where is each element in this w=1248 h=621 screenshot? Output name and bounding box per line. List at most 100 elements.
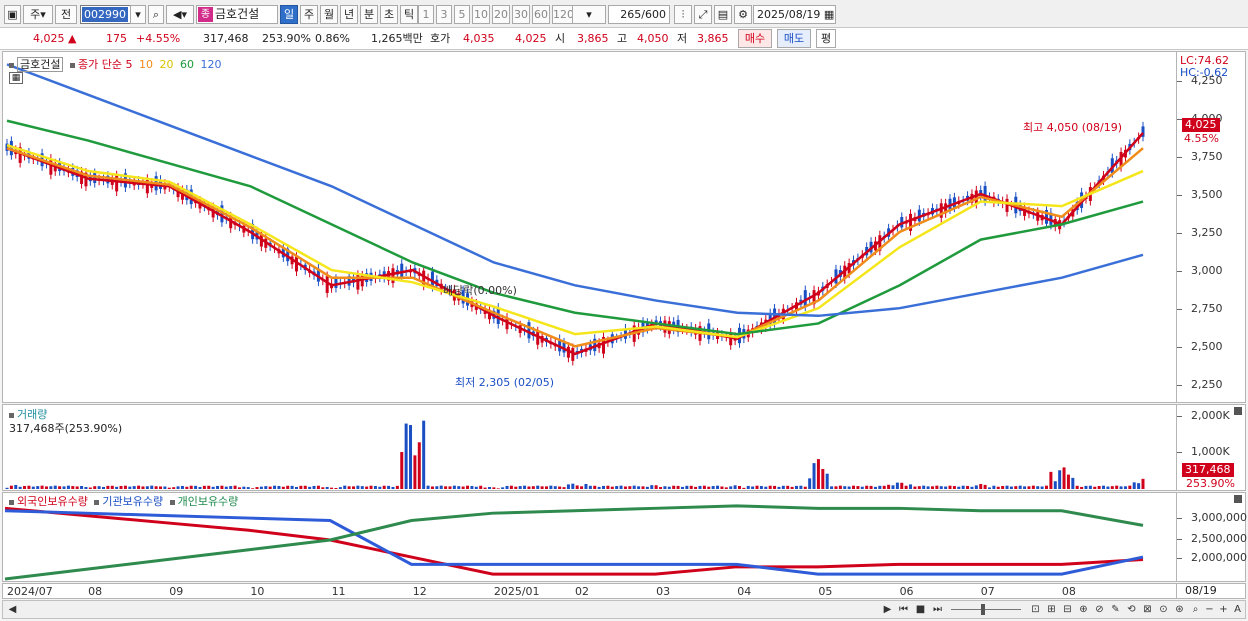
settings-gear-icon[interactable]: ⚙ [734, 5, 752, 24]
volume-bar [128, 486, 132, 489]
interval-button[interactable]: 3 [436, 5, 452, 24]
x-axis-label: 10 [250, 585, 265, 598]
price-tick: 3,250 [1191, 226, 1223, 239]
interval-button[interactable]: 20 [492, 5, 510, 24]
interval-button[interactable]: 5 [454, 5, 470, 24]
volume-bar [650, 485, 654, 489]
count-value: 265 [620, 8, 642, 21]
tool-icon-3[interactable]: ⊟ [1060, 602, 1075, 617]
volume-bar [430, 486, 434, 489]
volume-bar [698, 485, 702, 489]
volume-bar [233, 485, 237, 489]
candle-type-icon[interactable]: ⫶ [674, 5, 692, 24]
volume-bar [479, 485, 483, 489]
interval-button[interactable]: 120 [552, 5, 574, 24]
stop-icon[interactable]: ■ [913, 602, 928, 617]
period-tab[interactable]: 틱 [400, 5, 418, 24]
period-tab[interactable]: 일 [280, 5, 298, 24]
volume-bar [189, 485, 193, 489]
volume-bar [1128, 485, 1132, 489]
interval-button[interactable]: 60 [532, 5, 550, 24]
volume-bar [369, 485, 373, 489]
volume-bar [246, 487, 250, 489]
volume-bar [729, 486, 733, 489]
indicator-icon[interactable]: ⤢ [694, 5, 712, 24]
first-icon[interactable]: ⏮ [896, 602, 911, 617]
evaluate-button[interactable]: 평 [816, 29, 836, 48]
zoom-in-icon[interactable]: + [1216, 602, 1231, 617]
volume-bar [571, 483, 575, 489]
tool-icon-9[interactable]: ⊙ [1156, 602, 1171, 617]
volume-bar [1009, 486, 1013, 489]
period-tab[interactable]: 주 [300, 5, 318, 24]
search-zoom-icon[interactable]: ⌕ [1188, 602, 1203, 617]
scroll-left-icon[interactable]: ◀ [5, 602, 20, 617]
volume-bar [281, 486, 285, 489]
volume-bar [413, 455, 417, 489]
chart-scrollbar[interactable]: ◀ ▶ ⏮ ■ ⏭ ⊡ ⊞ ⊟ ⊕ ⊘ ✎ ⟲ ⊠ ⊙ ⊛ ⌕ − + A [2, 600, 1246, 619]
volume-bar [1062, 467, 1066, 489]
stock-name-field[interactable]: 종 금호건설 [196, 5, 278, 24]
volume-bar [5, 487, 9, 489]
volume-bar [1106, 486, 1110, 489]
date-field[interactable]: 2025/08/19 ▦ [753, 5, 836, 24]
window-menu-icon[interactable]: ▣ [4, 5, 21, 24]
tool-icon-6[interactable]: ✎ [1108, 602, 1123, 617]
holding-panel[interactable]: 외국인보유수량 기관보유수량 개인보유수량 [2, 492, 1177, 582]
tool-icon-8[interactable]: ⊠ [1140, 602, 1155, 617]
volume-bar [316, 485, 320, 489]
interval-button[interactable]: 1 [418, 5, 434, 24]
price-tick: 3,750 [1191, 149, 1223, 163]
volume-bar [347, 486, 351, 489]
period-dropdown-label: 주 [30, 8, 41, 21]
volume-panel[interactable]: 거래량 317,468주(253.90%) [2, 404, 1177, 491]
zoom-out-icon[interactable]: − [1202, 602, 1217, 617]
volume-bar [694, 486, 698, 489]
speaker-icon[interactable]: ◀▾ [166, 5, 194, 24]
table-view-icon[interactable]: ▦ [9, 72, 23, 84]
buy-button[interactable]: 매수 [738, 29, 772, 48]
code-dropdown-icon[interactable]: ▾ [130, 5, 146, 24]
volume-bar [821, 468, 825, 489]
search-icon[interactable]: ⌕ [148, 5, 164, 24]
save-icon[interactable]: ▤ [714, 5, 732, 24]
period-tab[interactable]: 초 [380, 5, 398, 24]
calendar-icon[interactable]: ▦ [824, 8, 834, 21]
tool-icon-2[interactable]: ⊞ [1044, 602, 1059, 617]
interval-button[interactable]: 10 [472, 5, 490, 24]
volume-bar [869, 485, 873, 489]
zoom-slider-handle[interactable] [981, 604, 985, 615]
volume-panel-close-icon[interactable] [1234, 407, 1242, 415]
count-field[interactable]: 265/600 [608, 5, 670, 24]
period-tab[interactable]: 월 [320, 5, 338, 24]
volume-bar [724, 487, 728, 489]
price-panel[interactable]: 금호건설 종가 단순 5 10 20 60 120 ▦ 최고 4,050 (08… [2, 51, 1177, 403]
tool-icon-10[interactable]: ⊛ [1172, 602, 1187, 617]
price-axis[interactable]: LC:74.62 HC:-0.62 4,2504,0003,7503,5003,… [1177, 51, 1246, 403]
tool-icon-4[interactable]: ⊕ [1076, 602, 1091, 617]
period-tab[interactable]: 분 [360, 5, 378, 24]
interval-dropdown[interactable]: ▾ [572, 5, 606, 24]
tool-icon-7[interactable]: ⟲ [1124, 602, 1139, 617]
volume-bar [273, 485, 277, 489]
scroll-right-icon[interactable]: ▶ [880, 602, 895, 617]
tool-icon-1[interactable]: ⊡ [1028, 602, 1043, 617]
holding-axis[interactable]: 3,000,000 2,500,000 2,000,000 [1177, 492, 1247, 582]
period-dropdown[interactable]: 주▾ [23, 5, 53, 24]
volume-bar [106, 485, 110, 489]
sell-button[interactable]: 매도 [777, 29, 811, 48]
holding-panel-close-icon[interactable] [1234, 495, 1242, 503]
tool-icon-5[interactable]: ⊘ [1092, 602, 1107, 617]
volume-bar [593, 485, 597, 489]
volume-bar [575, 485, 579, 489]
interval-button[interactable]: 30 [512, 5, 530, 24]
volume-bar [286, 485, 290, 489]
auto-icon[interactable]: A [1230, 602, 1245, 617]
period-tab[interactable]: 년 [340, 5, 358, 24]
zoom-slider[interactable] [951, 609, 1021, 610]
volume-bar [154, 486, 158, 489]
volume-bar [610, 486, 614, 489]
prev-button[interactable]: 전 [55, 5, 77, 24]
last-icon[interactable]: ⏭ [930, 602, 945, 617]
volume-bar [483, 487, 487, 489]
